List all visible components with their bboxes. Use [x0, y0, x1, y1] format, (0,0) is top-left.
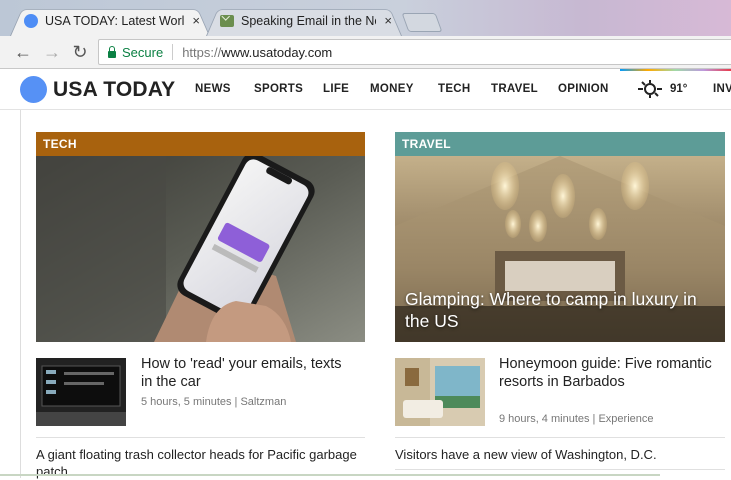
close-tab-icon[interactable]: ×: [192, 13, 200, 28]
nav-news[interactable]: NEWS: [195, 83, 231, 95]
divider: [395, 437, 725, 438]
browser-toolbar: ← → ↻ Secure https://www.usatoday.com: [0, 36, 731, 69]
tab-usatoday[interactable]: USA TODAY: Latest Worl ×: [10, 5, 210, 36]
address-bar[interactable]: Secure https://www.usatoday.com: [98, 39, 731, 65]
tech-hero-image[interactable]: [36, 156, 365, 342]
tab-title: Speaking Email in the Ne: [241, 13, 377, 28]
tech-story-thumbnail[interactable]: [36, 358, 126, 426]
weather-icon[interactable]: [638, 80, 662, 98]
section-label-travel[interactable]: TRAVEL: [395, 132, 725, 156]
travel-story-headline[interactable]: Honeymoon guide: Five romantic resorts i…: [499, 355, 719, 391]
travel-hero-image[interactable]: Glamping: Where to camp in luxury in the…: [395, 156, 725, 342]
lock-icon: [108, 45, 116, 58]
back-arrow-icon[interactable]: ←: [13, 42, 33, 62]
travel-teaser-headline[interactable]: Visitors have a new view of Washington, …: [395, 446, 725, 463]
nav-opinion[interactable]: OPINION: [558, 83, 609, 95]
omnibox-divider: [172, 44, 174, 60]
left-gutter: [0, 110, 21, 478]
travel-story-thumbnail[interactable]: [395, 358, 485, 426]
browser-tab-strip: USA TODAY: Latest Worl × Speaking Email …: [0, 0, 731, 36]
url-scheme: https://: [182, 44, 222, 60]
nav-travel[interactable]: TRAVEL: [491, 83, 538, 95]
travel-story-meta: 9 hours, 4 minutes | Experience: [499, 413, 654, 425]
section-label-tech[interactable]: TECH: [36, 132, 365, 156]
site-header: USA TODAY NEWS SPORTS LIFE MONEY TECH TR…: [0, 69, 731, 110]
nav-overflow[interactable]: INV: [713, 83, 731, 95]
tab-title: USA TODAY: Latest Worl: [45, 13, 185, 28]
secure-label: Secure: [122, 44, 164, 60]
page-load-indicator: [0, 474, 660, 476]
nav-sports[interactable]: SPORTS: [254, 83, 303, 95]
tech-story-headline[interactable]: How to 'read' your emails, texts in the …: [141, 355, 356, 391]
nav-tech[interactable]: TECH: [438, 83, 471, 95]
travel-hero-caption[interactable]: Glamping: Where to camp in luxury in the…: [405, 288, 711, 332]
usatoday-favicon-icon: [24, 13, 38, 28]
nav-money[interactable]: MONEY: [370, 83, 414, 95]
site-logo[interactable]: USA TODAY: [53, 78, 175, 102]
tab-speaking-email[interactable]: Speaking Email in the Ne ×: [206, 5, 402, 36]
divider: [395, 469, 725, 470]
new-tab-button[interactable]: [401, 13, 443, 32]
close-tab-icon[interactable]: ×: [384, 13, 392, 28]
reload-icon[interactable]: ↻: [70, 42, 90, 62]
web-page: USA TODAY NEWS SPORTS LIFE MONEY TECH TR…: [0, 69, 731, 479]
weather-temperature[interactable]: 91°: [670, 83, 687, 95]
url-host: www.usatoday.com: [221, 44, 333, 60]
forward-arrow-icon[interactable]: →: [42, 42, 62, 62]
usatoday-logo-icon[interactable]: [20, 76, 47, 103]
divider: [36, 437, 365, 438]
email-favicon-icon: [220, 14, 234, 27]
header-accent-stripe: [620, 69, 731, 71]
nav-life[interactable]: LIFE: [323, 83, 349, 95]
tech-story-meta: 5 hours, 5 minutes | Saltzman: [141, 396, 287, 408]
